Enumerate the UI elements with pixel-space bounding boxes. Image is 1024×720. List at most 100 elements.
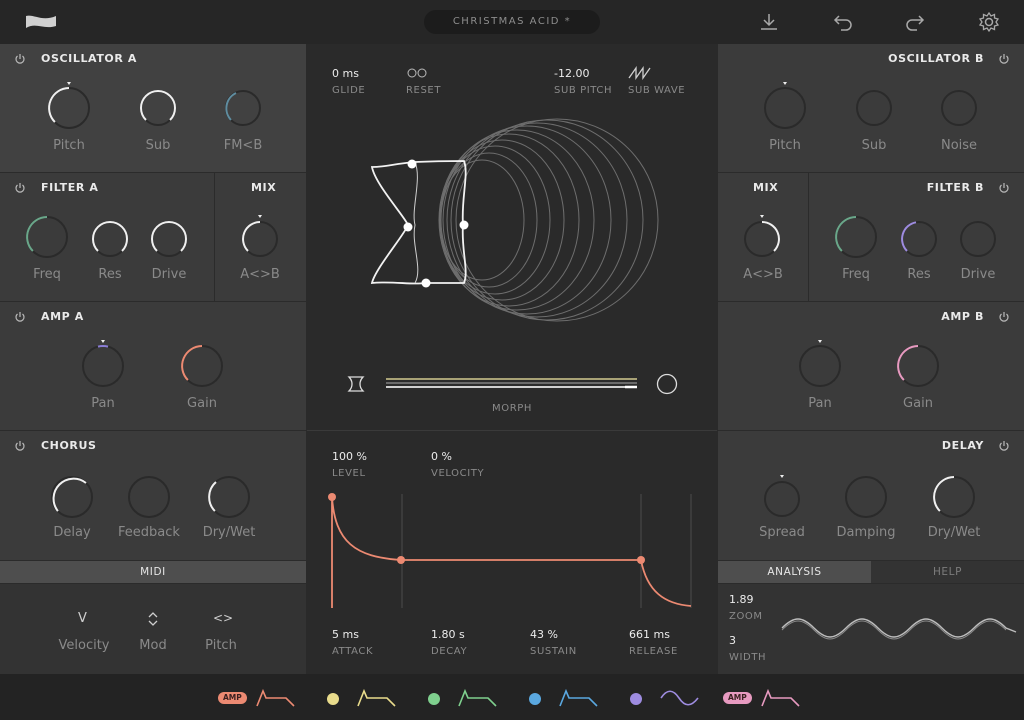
undo-icon[interactable]: [832, 11, 854, 33]
level-value[interactable]: 100 %: [332, 450, 367, 463]
drive-knob[interactable]: [955, 213, 1001, 259]
sub-knob[interactable]: [851, 80, 897, 130]
attack-label: ATTACK: [332, 646, 374, 657]
mod-icon[interactable]: [146, 611, 160, 627]
lfo-icon[interactable]: [660, 688, 700, 708]
feedback-knob[interactable]: [126, 473, 172, 519]
damping-knob[interactable]: [843, 473, 889, 519]
glide-value[interactable]: 0 ms: [332, 67, 359, 80]
power-icon[interactable]: [14, 311, 26, 323]
download-icon[interactable]: [758, 11, 780, 33]
velocity-icon[interactable]: V: [78, 611, 87, 626]
top-bar: CHRISTMAS ACID *: [0, 0, 1024, 44]
midi-panel: V Velocity Mod <> Pitch: [0, 584, 306, 674]
pitch-knob[interactable]: [762, 80, 808, 130]
redo-icon[interactable]: [904, 11, 926, 33]
delay-knob[interactable]: [49, 473, 95, 519]
gear-icon[interactable]: [978, 11, 1000, 33]
res-knob[interactable]: [896, 213, 942, 259]
knob-label: Sub: [145, 138, 171, 153]
gain-knob[interactable]: [895, 338, 941, 388]
pitch-icon[interactable]: <>: [213, 611, 233, 625]
freq-knob[interactable]: [833, 213, 879, 259]
chorus-panel: CHORUS Delay Feedback Dry/Wet: [0, 431, 306, 560]
morph-circle-icon[interactable]: [656, 373, 678, 395]
morph-slider[interactable]: [385, 377, 639, 389]
level-label: LEVEL: [332, 468, 366, 479]
amp-badge[interactable]: AMP: [723, 692, 752, 704]
panel-title: AMP A: [41, 310, 84, 323]
gain-knob[interactable]: [179, 338, 225, 388]
dry-wet-knob[interactable]: [931, 473, 977, 519]
power-icon[interactable]: [998, 440, 1010, 452]
amp-env-icon[interactable]: [761, 688, 801, 708]
zoom-value[interactable]: 1.89: [729, 593, 754, 606]
env3-icon[interactable]: [458, 688, 498, 708]
mix-b-panel: MIX A<>B: [718, 173, 808, 301]
mix-a-panel: MIX A<>B: [215, 173, 306, 301]
envelope-graph[interactable]: [325, 492, 699, 612]
pan-knob[interactable]: [80, 338, 126, 388]
power-icon[interactable]: [998, 182, 1010, 194]
env2-icon[interactable]: [357, 688, 397, 708]
decay-value[interactable]: 1.80 s: [431, 628, 465, 641]
attack-value[interactable]: 5 ms: [332, 628, 359, 641]
mix-knob[interactable]: [237, 213, 283, 259]
env3-dot[interactable]: [428, 693, 440, 705]
env4-dot[interactable]: [529, 693, 541, 705]
pitch-knob[interactable]: [46, 80, 92, 130]
oscillator-a-panel: OSCILLATOR A Pitch Sub FM<B: [0, 44, 306, 172]
sub-wave-icon[interactable]: [628, 66, 652, 80]
release-value[interactable]: 661 ms: [629, 628, 670, 641]
oscillator-b-panel: OSCILLATOR B Pitch Sub Noise: [718, 44, 1024, 172]
center-panel: 0 ms GLIDE RESET -12.00 SUB PITCH SUB WA…: [307, 44, 717, 674]
decay-label: DECAY: [431, 646, 468, 657]
power-icon[interactable]: [998, 53, 1010, 65]
knob-label: Pan: [808, 396, 832, 411]
morph-shape-icon[interactable]: [347, 375, 365, 393]
waveform-display[interactable]: [357, 99, 677, 361]
dry-wet-knob[interactable]: [206, 473, 252, 519]
power-icon[interactable]: [998, 311, 1010, 323]
reset-icon[interactable]: [406, 67, 430, 79]
amp-badge[interactable]: AMP: [218, 692, 247, 704]
preset-name[interactable]: CHRISTMAS ACID *: [424, 10, 600, 34]
tab-midi[interactable]: MIDI: [0, 561, 306, 583]
panel-title: CHORUS: [41, 439, 97, 452]
morph-label: MORPH: [492, 403, 532, 414]
sub-pitch-value[interactable]: -12.00: [554, 67, 589, 80]
pan-knob[interactable]: [797, 338, 843, 388]
power-icon[interactable]: [14, 440, 26, 452]
knob-label: Drive: [151, 267, 187, 282]
sustain-value[interactable]: 43 %: [530, 628, 558, 641]
knob-label: Pan: [91, 396, 115, 411]
knob-label: Damping: [836, 525, 896, 540]
logo-icon: [26, 15, 56, 28]
noise-knob[interactable]: [936, 80, 982, 130]
amp-env-icon[interactable]: [256, 688, 296, 708]
tab-help[interactable]: HELP: [871, 561, 1024, 583]
velocity-label: VELOCITY: [431, 468, 485, 479]
knob-label: Gain: [187, 396, 217, 411]
power-icon[interactable]: [14, 182, 26, 194]
tab-analysis[interactable]: ANALYSIS: [718, 561, 871, 583]
mix-knob[interactable]: [739, 213, 785, 259]
reset-label: RESET: [406, 85, 442, 96]
sub-knob[interactable]: [135, 80, 181, 130]
res-knob[interactable]: [87, 213, 133, 259]
panel-title: OSCILLATOR A: [41, 52, 137, 65]
drive-knob[interactable]: [146, 213, 192, 259]
freq-knob[interactable]: [24, 213, 70, 259]
panel-title: DELAY: [941, 439, 984, 452]
width-value[interactable]: 3: [729, 634, 736, 647]
power-icon[interactable]: [14, 53, 26, 65]
filter-a-panel: FILTER A Freq Res Drive: [0, 173, 214, 301]
env2-dot[interactable]: [327, 693, 339, 705]
env4-icon[interactable]: [559, 688, 599, 708]
velocity-value[interactable]: 0 %: [431, 450, 452, 463]
fm-knob[interactable]: [220, 80, 266, 130]
lfo-dot[interactable]: [630, 693, 642, 705]
panel-title: AMP B: [941, 310, 984, 323]
zoom-label: ZOOM: [729, 611, 763, 622]
spread-knob[interactable]: [759, 473, 805, 519]
